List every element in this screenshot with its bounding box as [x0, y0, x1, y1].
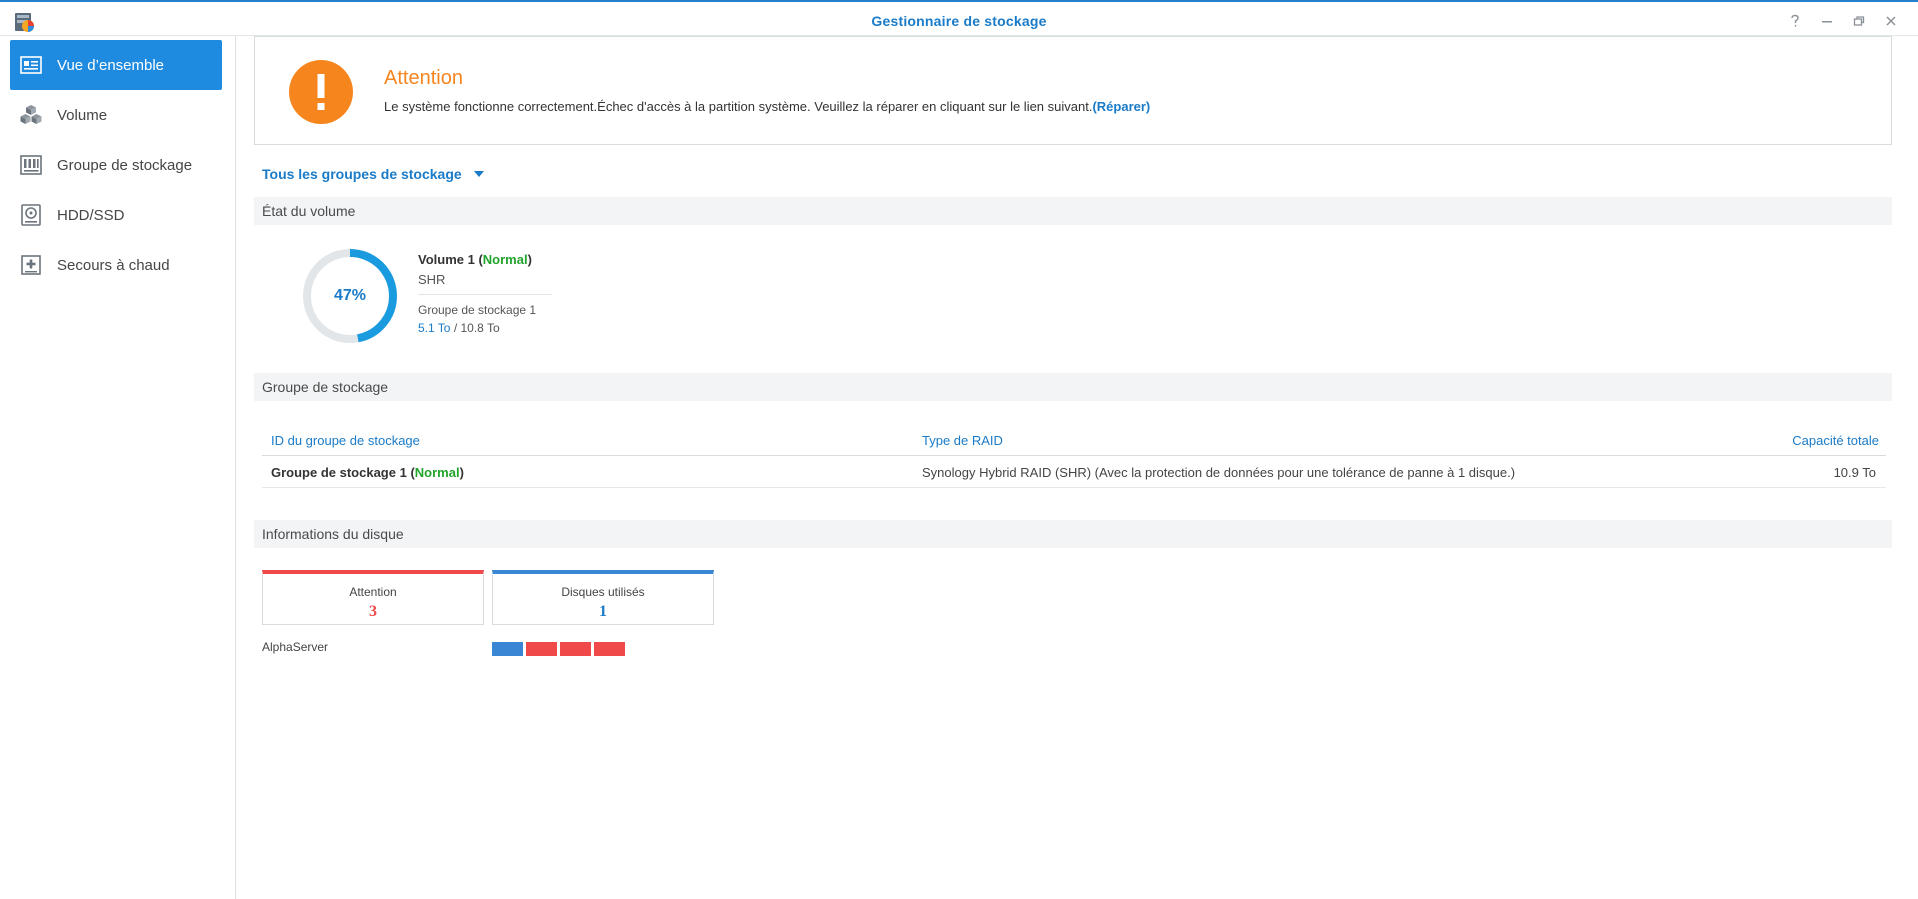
- disk-slot-warning[interactable]: [526, 642, 557, 656]
- pool-id-cell: Groupe de stockage 1 (Normal): [271, 465, 464, 480]
- pool-capacity-cell: 10.9 To: [1833, 465, 1876, 480]
- pool-id-text: Groupe de stockage 1: [271, 465, 407, 480]
- attention-disks-card[interactable]: Attention 3: [262, 570, 484, 625]
- used-card-label: Disques utilisés: [561, 585, 645, 599]
- volume-name-text: Volume 1: [418, 252, 475, 267]
- used-disks-card[interactable]: Disques utilisés 1: [492, 570, 714, 625]
- repair-link[interactable]: (Réparer): [1092, 99, 1150, 114]
- used-card-value: 1: [599, 603, 607, 620]
- volume-raid-type: SHR: [418, 272, 446, 287]
- sidebar-item-overview[interactable]: Vue d’ensemble: [10, 40, 222, 90]
- disk-info-header: Informations du disque: [254, 520, 1892, 548]
- chevron-down-icon: [473, 171, 484, 177]
- volume-name[interactable]: Volume 1 (Normal): [418, 252, 532, 267]
- title-bar: Gestionnaire de stockage: [0, 0, 1918, 36]
- help-icon: [1791, 14, 1799, 27]
- restore-icon: [1853, 16, 1865, 26]
- storage-pool-header: Groupe de stockage: [254, 373, 1892, 401]
- column-header-raid-type[interactable]: Type de RAID: [922, 433, 1003, 448]
- sidebar-item-label: Vue d’ensemble: [57, 56, 165, 74]
- main-content: Attention Le système fonctionne correcte…: [254, 36, 1894, 899]
- help-button[interactable]: [1784, 11, 1806, 31]
- volume-cubes-icon: [20, 104, 42, 126]
- attention-card-value: 3: [369, 603, 377, 620]
- window-title: Gestionnaire de stockage: [871, 13, 1047, 29]
- hdd-icon: [20, 204, 42, 226]
- alert-message: Le système fonctionne correctement.Échec…: [384, 99, 1150, 114]
- sidebar: Vue d’ensemble Volume Groupe de stockage…: [0, 36, 236, 899]
- disk-slot-warning[interactable]: [560, 642, 591, 656]
- volume-status-header: État du volume: [254, 197, 1892, 225]
- alert-message-text: Le système fonctionne correctement.Échec…: [384, 99, 1093, 114]
- server-name: AlphaServer: [262, 640, 329, 654]
- sidebar-item-hot-spare[interactable]: Secours à chaud: [10, 240, 222, 290]
- volume-capacity: 5.1 To / 10.8 To: [418, 321, 500, 335]
- attention-card-label: Attention: [349, 585, 397, 599]
- sidebar-item-label: Groupe de stockage: [57, 156, 193, 174]
- volume-capacity-separator: /: [450, 321, 461, 335]
- volume-pool: Groupe de stockage 1: [418, 303, 537, 317]
- sidebar-item-label: HDD/SSD: [57, 206, 125, 224]
- storage-manager-window: Gestionnaire de stockage Vue d’ensemble …: [0, 0, 1918, 899]
- sidebar-item-storage-pool[interactable]: Groupe de stockage: [10, 140, 222, 190]
- close-icon: [1886, 16, 1896, 26]
- restore-button[interactable]: [1848, 11, 1870, 31]
- system-alert-panel: Attention Le système fonctionne correcte…: [254, 36, 1892, 145]
- alert-title: Attention: [384, 67, 463, 89]
- minimize-icon: [1822, 21, 1832, 23]
- pool-raid-cell: Synology Hybrid RAID (SHR) (Avec la prot…: [922, 465, 1516, 480]
- sidebar-item-label: Secours à chaud: [57, 256, 170, 274]
- disk-slot-warning[interactable]: [594, 642, 625, 656]
- column-header-pool-id[interactable]: ID du groupe de stockage: [271, 433, 420, 448]
- volume-divider: [418, 294, 552, 295]
- volume-used: 5.1 To: [418, 321, 451, 335]
- storage-pool-table: ID du groupe de stockage Type de RAID Ca…: [262, 424, 1886, 488]
- table-row[interactable]: Groupe de stockage 1 (Normal) Synology H…: [262, 456, 1886, 488]
- storage-group-selector[interactable]: Tous les groupes de stockage: [262, 166, 484, 182]
- sidebar-item-hdd-ssd[interactable]: HDD/SSD: [10, 190, 222, 240]
- volume-usage-percent: 47%: [333, 287, 367, 304]
- pool-status: Normal: [414, 465, 460, 480]
- volume-total: 10.8 To: [460, 321, 500, 335]
- close-button[interactable]: [1880, 11, 1902, 31]
- warning-exclamation-icon: [289, 60, 353, 124]
- disk-slot-normal[interactable]: [492, 642, 523, 656]
- minimize-button[interactable]: [1816, 11, 1838, 31]
- sidebar-item-label: Volume: [57, 106, 108, 124]
- sidebar-item-volume[interactable]: Volume: [10, 90, 222, 140]
- hot-spare-icon: [20, 254, 42, 276]
- overview-icon: [20, 54, 42, 76]
- storage-group-selector-label: Tous les groupes de stockage: [262, 166, 462, 182]
- storage-pool-icon: [20, 154, 42, 176]
- table-header: ID du groupe de stockage Type de RAID Ca…: [262, 424, 1886, 456]
- volume-status: Normal: [482, 252, 528, 267]
- column-header-total-capacity[interactable]: Capacité totale: [1792, 433, 1879, 448]
